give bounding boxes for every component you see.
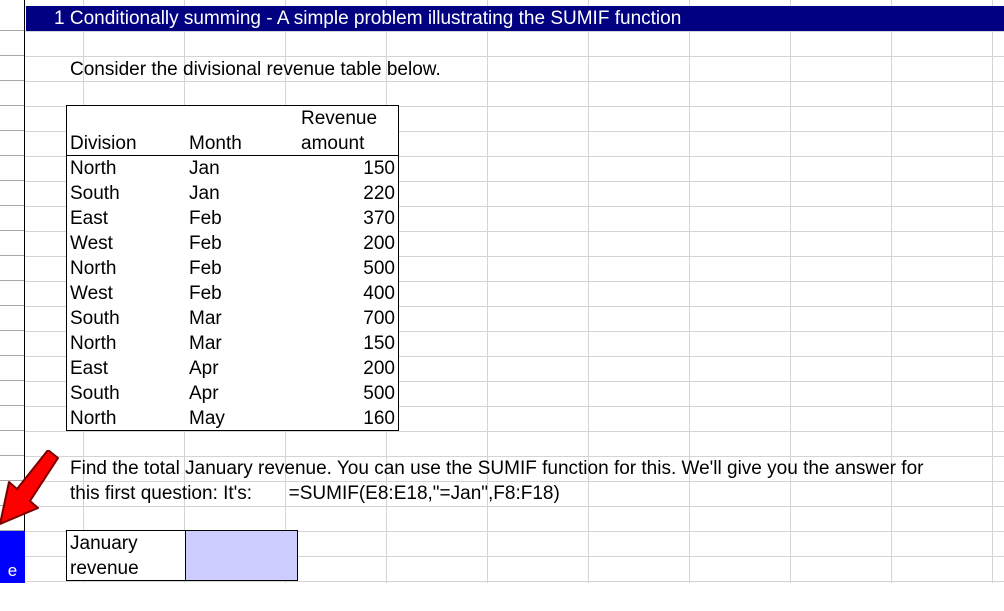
- answer-label-cell: January revenue: [66, 530, 186, 581]
- cell-division: East: [70, 208, 109, 229]
- cell-month: Jan: [189, 183, 220, 204]
- header-division: Division: [70, 133, 137, 154]
- cell-month: Feb: [189, 258, 222, 279]
- cell-revenue: 500: [363, 258, 395, 279]
- answer-label-line2: revenue: [70, 558, 139, 579]
- cell-revenue: 220: [363, 183, 395, 204]
- cell-month: May: [189, 408, 225, 429]
- cell-month: Feb: [189, 283, 222, 304]
- question-line1: Find the total January revenue. You can …: [70, 458, 924, 479]
- cell-revenue: 160: [363, 408, 395, 429]
- title-text: 1 Conditionally summing - A simple probl…: [54, 8, 682, 29]
- cell-division: West: [70, 233, 113, 254]
- cell-month: Mar: [189, 308, 222, 329]
- cell-division: North: [70, 158, 117, 179]
- answer-label-line1: January: [70, 533, 138, 554]
- cell-revenue: 500: [363, 383, 395, 404]
- cell-division: North: [70, 258, 117, 279]
- cell-division: South: [70, 308, 120, 329]
- cell-month: Feb: [189, 233, 222, 254]
- question-prefix: this first question: It's:: [70, 483, 253, 504]
- cell-division: North: [70, 333, 117, 354]
- selected-cell-text: e: [7, 561, 18, 580]
- cell-revenue: 700: [363, 308, 395, 329]
- selected-cell[interactable]: e: [0, 531, 25, 583]
- cell-month: Apr: [189, 358, 219, 379]
- cell-revenue: 200: [363, 233, 395, 254]
- intro-text: Consider the divisional revenue table be…: [70, 59, 441, 80]
- cell-revenue: 200: [363, 358, 395, 379]
- cell-revenue: 150: [363, 158, 395, 179]
- red-arrow-icon: [0, 450, 59, 525]
- cell-month: Mar: [189, 333, 222, 354]
- cell-month: Apr: [189, 383, 219, 404]
- cell-month: Jan: [189, 158, 220, 179]
- cell-division: West: [70, 283, 113, 304]
- cell-division: South: [70, 183, 120, 204]
- cell-revenue: 400: [363, 283, 395, 304]
- cell-division: North: [70, 408, 117, 429]
- title-banner: 1 Conditionally summing - A simple probl…: [26, 6, 1004, 31]
- cell-division: East: [70, 358, 109, 379]
- header-revenue-line1: Revenue: [301, 108, 378, 129]
- cell-division: South: [70, 383, 120, 404]
- header-month: Month: [189, 133, 242, 154]
- cell-month: Feb: [189, 208, 222, 229]
- header-revenue-line2: amount: [301, 133, 365, 154]
- cell-revenue: 370: [363, 208, 395, 229]
- january-revenue-input-cell[interactable]: [185, 530, 298, 581]
- sumif-formula: =SUMIF(E8:E18,"=Jan",F8:F18): [288, 483, 560, 504]
- question-line2: this first question: It's: =SUMIF(E8:E18…: [70, 481, 560, 506]
- cell-revenue: 150: [363, 333, 395, 354]
